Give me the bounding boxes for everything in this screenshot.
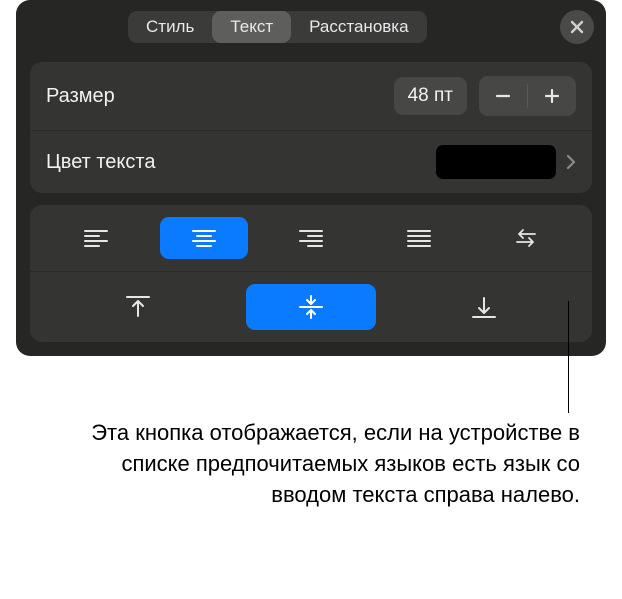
tab-arrangement[interactable]: Расстановка: [291, 11, 426, 43]
align-right-button[interactable]: [267, 217, 355, 259]
valign-top-icon: [124, 294, 152, 320]
alignment-group: [30, 205, 592, 342]
align-center-button[interactable]: [160, 217, 248, 259]
text-color-swatch: [436, 145, 556, 179]
valign-bottom-icon: [470, 294, 498, 320]
close-button[interactable]: [560, 10, 594, 44]
align-left-button[interactable]: [52, 217, 140, 259]
tab-style[interactable]: Стиль: [128, 11, 212, 43]
text-direction-button[interactable]: [482, 217, 570, 259]
align-justify-button[interactable]: [375, 217, 463, 259]
align-left-icon: [83, 228, 109, 248]
size-row: Размер 48 пт: [30, 62, 592, 131]
valign-middle-button[interactable]: [246, 284, 376, 330]
size-decrease-button[interactable]: [479, 76, 527, 116]
horizontal-align-row: [30, 205, 592, 272]
text-color-label: Цвет текста: [46, 151, 436, 174]
vertical-align-row: [30, 272, 592, 342]
text-format-panel: Стиль Текст Расстановка Размер 48 пт Цве…: [16, 0, 606, 356]
size-stepper: [479, 76, 576, 116]
plus-icon: [543, 87, 561, 105]
valign-top-button[interactable]: [73, 284, 203, 330]
align-justify-icon: [406, 228, 432, 248]
tab-text[interactable]: Текст: [212, 11, 291, 43]
tab-segment: Стиль Текст Расстановка: [128, 11, 427, 43]
minus-icon: [494, 87, 512, 105]
callout-caption: Эта кнопка отображается, если на устройс…: [80, 418, 580, 510]
text-color-row[interactable]: Цвет текста: [30, 131, 592, 193]
align-center-icon: [191, 228, 217, 248]
valign-bottom-button[interactable]: [419, 284, 549, 330]
valign-middle-icon: [297, 294, 325, 320]
tab-bar: Стиль Текст Расстановка: [16, 0, 606, 50]
text-direction-icon: [513, 228, 539, 248]
align-right-icon: [298, 228, 324, 248]
callout-line: [568, 301, 569, 413]
chevron-right-icon: [566, 154, 576, 170]
size-label: Размер: [46, 85, 394, 108]
size-value[interactable]: 48 пт: [394, 77, 467, 115]
settings-rows: Размер 48 пт Цвет текста: [30, 62, 592, 193]
close-icon: [569, 19, 585, 35]
size-increase-button[interactable]: [528, 76, 576, 116]
